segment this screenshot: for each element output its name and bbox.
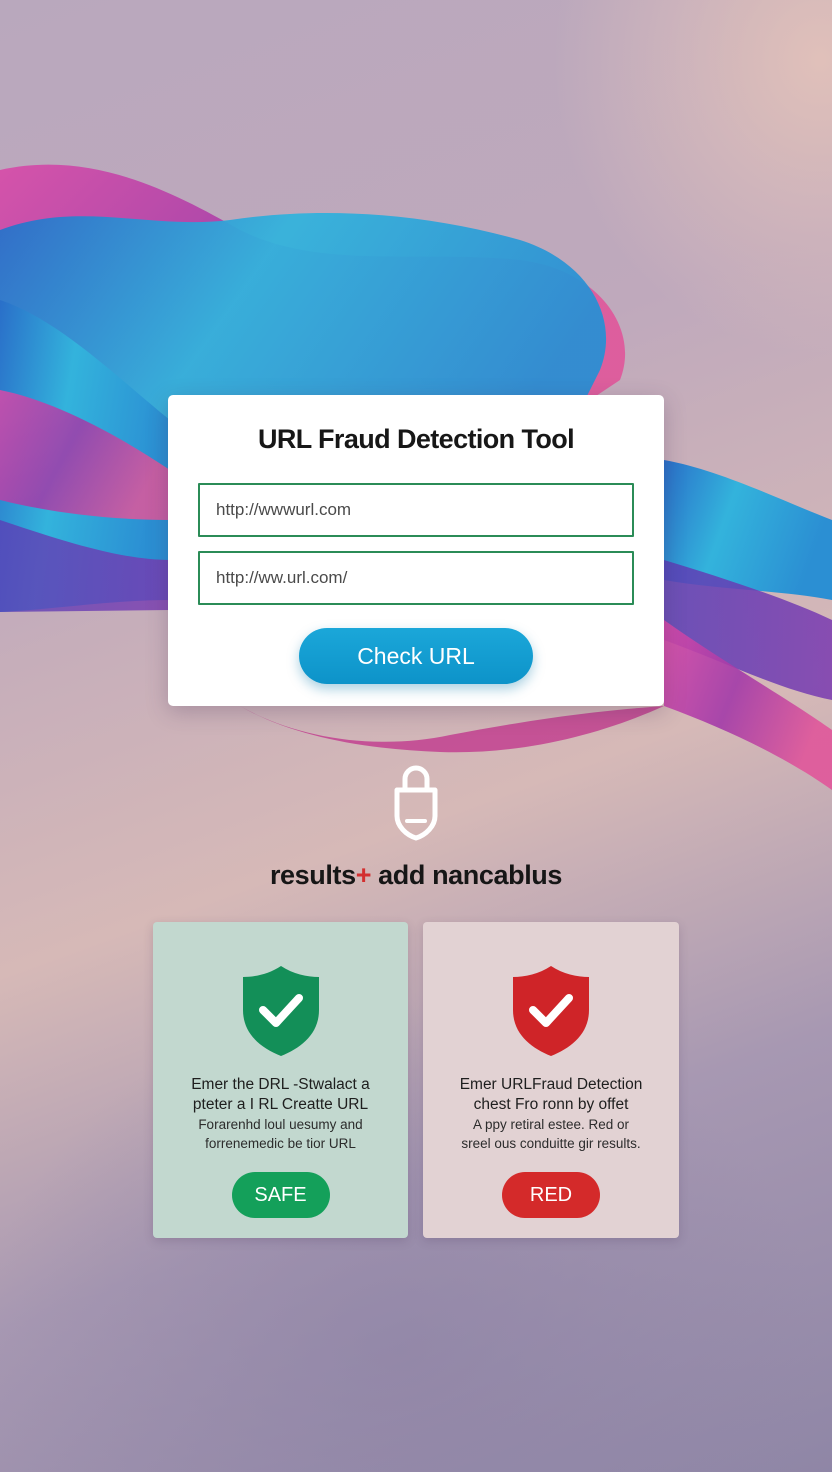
shield-check-icon [242, 966, 319, 1056]
safe-text-line: forrenemedic be tior URL [205, 1136, 356, 1151]
safe-text-line: pteter a I RL Creatte URL [192, 1096, 369, 1113]
check-url-button[interactable]: Check URL [299, 628, 533, 684]
shield-check-icon [513, 966, 589, 1056]
safe-text-line: Emer the DRL -Stwalact a [191, 1076, 370, 1093]
red-text-line: A ppy retiral estee. Red or [472, 1117, 630, 1132]
tool-title: URL Fraud Detection Tool [257, 424, 575, 454]
red-card-description: Emer URLFraud Detection chest Fro ronn b… [437, 1075, 665, 1153]
results-heading: results+ add nancablus [0, 860, 832, 891]
safe-text-line: Forarenhd loul uesumy and [198, 1117, 363, 1132]
red-text-line: Emer URLFraud Detection [459, 1076, 643, 1093]
red-text-line: sreel ous conduitte gir results. [461, 1136, 641, 1151]
results-heading-text-b: add nancablus [371, 860, 563, 890]
red-badge-button[interactable]: RED [502, 1172, 600, 1218]
safe-card-description: Emer the DRL -Stwalact a pteter a I RL C… [167, 1075, 394, 1153]
url-input-primary[interactable] [198, 483, 634, 537]
red-result-card: Emer URLFraud Detection chest Fro ronn b… [423, 922, 679, 1238]
plus-icon: + [355, 860, 372, 890]
results-heading-text-a: results [269, 860, 356, 890]
safe-badge-button[interactable]: SAFE [231, 1172, 330, 1218]
safe-result-card: Emer the DRL -Stwalact a pteter a I RL C… [153, 922, 408, 1238]
url-input-secondary[interactable] [198, 551, 634, 605]
abstract-fluid-wave [0, 164, 832, 790]
url-check-card: URL Fraud Detection Tool Check URL [168, 395, 664, 706]
lock-icon [394, 765, 438, 841]
red-text-line: chest Fro ronn by offet [473, 1096, 629, 1113]
